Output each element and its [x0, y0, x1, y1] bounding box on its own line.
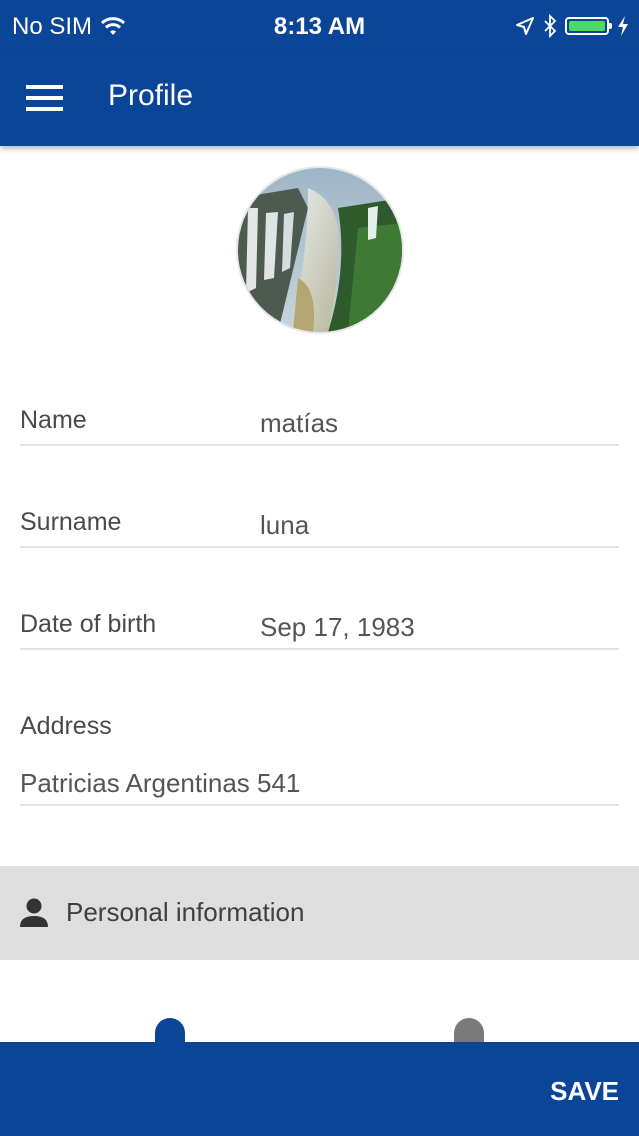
app-bar: Profile: [0, 56, 639, 146]
personal-information-section[interactable]: Personal information: [0, 866, 639, 960]
save-button[interactable]: SAVE: [550, 1076, 619, 1107]
surname-label: Surname: [20, 508, 122, 536]
section-label: Personal information: [66, 897, 305, 927]
page-title: Profile: [108, 79, 194, 112]
surname-input[interactable]: luna: [260, 510, 309, 541]
date-of-birth-input[interactable]: Sep 17, 1983: [260, 612, 415, 643]
avatar[interactable]: [236, 166, 404, 334]
surname-field[interactable]: Surname luna: [20, 502, 619, 548]
address-input[interactable]: Patricias Argentinas 541: [20, 768, 300, 799]
status-right: [515, 14, 629, 38]
name-label: Name: [20, 406, 87, 434]
charging-icon: [618, 16, 628, 36]
battery-icon: [565, 17, 612, 35]
name-input[interactable]: matías: [260, 408, 338, 439]
status-bar: No SIM 8:13 AM: [0, 0, 639, 56]
date-of-birth-label: Date of birth: [20, 610, 157, 638]
waterfall-photo: [238, 168, 402, 332]
address-field[interactable]: Address Patricias Argentinas 541: [20, 706, 619, 806]
name-field[interactable]: Name matías: [20, 400, 619, 446]
location-icon: [516, 17, 534, 35]
person-icon: [20, 898, 48, 927]
bottom-bar: SAVE: [0, 1042, 639, 1136]
bluetooth-icon: [544, 14, 557, 38]
battery-level: [569, 21, 605, 31]
hamburger-menu-icon[interactable]: [26, 85, 63, 111]
date-of-birth-field[interactable]: Date of birth Sep 17, 1983: [20, 604, 619, 650]
address-label: Address: [20, 712, 112, 740]
